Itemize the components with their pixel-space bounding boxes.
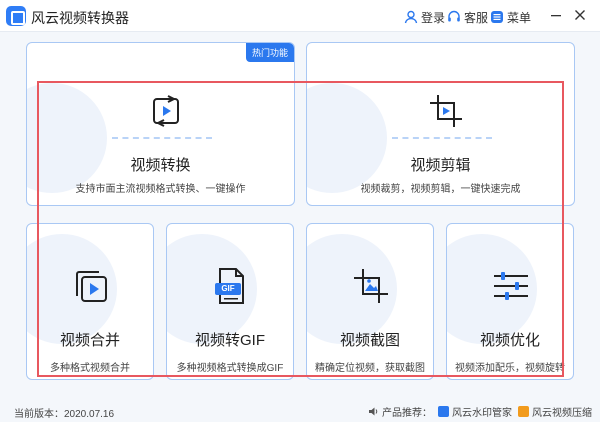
menu-icon xyxy=(491,11,503,23)
product-link-compress[interactable]: 风云视频压缩 xyxy=(518,404,592,419)
card-description: 多种视频格式转换成GIF xyxy=(176,363,284,374)
menu-button[interactable]: 菜单 xyxy=(490,8,531,26)
watermark-app-icon xyxy=(438,406,449,417)
card-title: 视频剪辑 xyxy=(410,157,471,174)
user-icon xyxy=(404,10,418,24)
card-title: 视频优化 xyxy=(479,332,540,349)
app-title: 风云视频转换器 xyxy=(31,10,129,26)
card-bg-shape xyxy=(307,83,387,193)
title-bar: 风云视频转换器 登录 客服 菜单 xyxy=(0,0,600,32)
card-video-to-gif[interactable]: GIF 视频转GIF 多种视频格式转换成GIF xyxy=(166,223,294,380)
close-icon xyxy=(575,10,585,20)
decorative-dash xyxy=(392,137,492,139)
card-video-optimize[interactable]: 视频优化 视频添加配乐，视频旋转 xyxy=(446,223,574,380)
card-video-merge[interactable]: 视频合并 多种格式视频合并 xyxy=(26,223,154,380)
card-title: 视频转换 xyxy=(130,157,191,174)
card-description: 支持市面主流视频格式转换、一键操作 xyxy=(75,184,246,195)
card-title: 视频合并 xyxy=(59,332,120,349)
product-link-watermark[interactable]: 风云水印管家 xyxy=(438,404,512,419)
app-logo-icon xyxy=(6,6,26,26)
gif-icon-text: GIF xyxy=(221,284,235,293)
crop-icon xyxy=(426,91,466,131)
recommend-label: 产品推荐： xyxy=(382,408,432,419)
card-description: 精确定位视频，获取截图 xyxy=(315,363,425,374)
login-button[interactable]: 登录 xyxy=(404,8,445,26)
status-bar: 当前版本：2020.07.16 产品推荐： 风云水印管家 风云视频压缩 xyxy=(0,400,600,422)
compress-app-icon xyxy=(518,406,529,417)
card-title: 视频转GIF xyxy=(195,332,265,349)
card-video-screenshot[interactable]: 视频截图 精确定位视频，获取截图 xyxy=(306,223,434,380)
card-title: 视频截图 xyxy=(339,332,400,349)
product-link-label: 风云水印管家 xyxy=(452,408,512,419)
card-description: 视频裁剪，视频剪辑，一键快速完成 xyxy=(360,184,521,195)
product-link-label: 风云视频压缩 xyxy=(532,408,592,419)
decorative-dash xyxy=(112,137,212,139)
minimize-icon xyxy=(551,15,561,17)
card-description: 视频添加配乐，视频旋转 xyxy=(455,363,565,374)
sliders-icon xyxy=(491,266,531,306)
service-button[interactable]: 客服 xyxy=(447,8,488,26)
minimize-button[interactable] xyxy=(548,7,564,23)
service-label: 客服 xyxy=(464,10,489,25)
version-label: 当前版本：2020.07.16 xyxy=(14,409,115,420)
card-description: 多种格式视频合并 xyxy=(50,363,130,374)
card-video-edit[interactable]: 视频剪辑 视频裁剪，视频剪辑，一键快速完成 xyxy=(306,42,575,206)
convert-icon xyxy=(146,91,186,131)
screenshot-icon xyxy=(351,266,391,306)
close-button[interactable] xyxy=(572,7,588,23)
merge-icon xyxy=(71,266,111,306)
login-label: 登录 xyxy=(421,10,446,25)
card-video-convert[interactable]: 热门功能 视频转换 支持市面主流视频格式转换、一键操作 xyxy=(26,42,295,206)
headset-icon xyxy=(448,10,460,22)
gif-file-icon: GIF xyxy=(211,266,251,306)
menu-label: 菜单 xyxy=(507,10,532,25)
card-bg-shape xyxy=(27,83,107,193)
product-recommend: 产品推荐： 风云水印管家 风云视频压缩 xyxy=(368,404,592,419)
hot-feature-badge: 热门功能 xyxy=(245,43,294,62)
speaker-icon xyxy=(369,407,378,416)
